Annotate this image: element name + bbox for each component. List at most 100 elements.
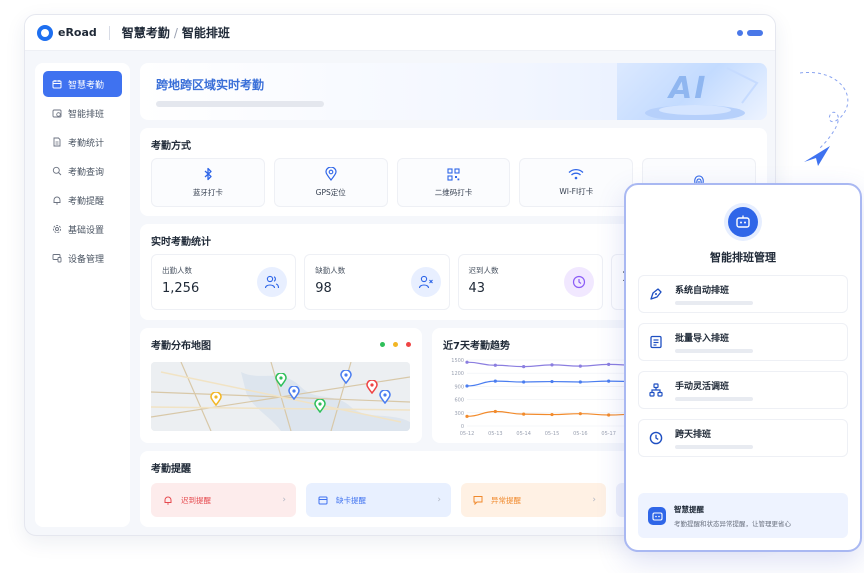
y-tick-label: 600 [454,398,464,404]
reminder-subtitle: 考勤提醒和状态异常提醒，让管理更省心 [674,519,791,528]
distribution-map[interactable] [151,362,410,431]
x-tick-label: 05-17 [601,431,616,437]
x-tick-label: 05-14 [516,431,531,437]
map-pin-green[interactable] [314,399,326,413]
y-tick-label: 300 [454,411,464,417]
sidebar-item-reminders[interactable]: 考勤提醒 [43,187,122,213]
sidebar-item-settings[interactable]: 基础设置 [43,216,122,242]
option-placeholder-bar [675,445,753,449]
y-tick-label: 1200 [451,371,464,377]
reminder-anomaly[interactable]: 异常提醒 › [461,483,606,517]
data-point [493,409,497,414]
sidebar-item-statistics[interactable]: 考勤统计 [43,129,122,155]
control-dot [737,29,743,36]
map-pin-green[interactable] [275,373,287,387]
data-point [607,379,611,383]
data-point [493,363,497,367]
breadcrumb-separator: / [173,25,178,40]
smart-reminder-banner[interactable]: 智慧提醒 考勤提醒和状态异常提醒，让管理更省心 [638,493,848,538]
status-dot-red [406,342,411,347]
sidebar-item-devices[interactable]: 设备管理 [43,245,122,271]
status-dot-yellow [393,342,398,347]
method-qrcode[interactable]: 二维码打卡 [396,158,511,207]
data-point [607,362,611,366]
y-tick-label: 900 [454,384,464,390]
bell-icon [164,496,172,505]
map-title: 考勤分布地图 [151,341,211,352]
reminder-label: 异常提醒 [491,495,521,505]
hierarchy-icon [649,383,663,397]
option-label: 跨天排班 [675,430,712,440]
map-pin-blue[interactable] [340,370,352,384]
chevron-right-icon: › [282,495,286,505]
reminder-missing-punch[interactable]: 缺卡提醒 › [306,483,451,517]
banner-placeholder-bar [156,101,324,107]
data-point [578,364,582,368]
method-wifi[interactable]: WI-FI打卡 [519,158,634,207]
stage: eRoad 智慧考勤 / 智能排班 智慧考勤 智能排班 考勤统计 考勤查询 考勤… [0,0,864,573]
data-point [465,384,469,388]
calendar-icon [318,496,328,505]
data-point [578,380,582,384]
sidebar-item-label: 考勤提醒 [68,196,105,207]
top-bar: eRoad 智慧考勤 / 智能排班 [25,15,775,51]
option-placeholder-bar [675,349,753,353]
user-x-icon [410,267,441,297]
breadcrumb-item-1[interactable]: 智慧考勤 [122,24,170,41]
bell-icon [52,195,62,205]
wifi-icon [568,168,584,180]
reminder-late[interactable]: 迟到提醒 › [151,483,296,517]
data-point [522,412,526,416]
stat-card-present: 出勤人数 1,256 [151,254,297,310]
data-point [465,414,469,418]
map-pin-yellow[interactable] [210,392,222,406]
paper-plane-icon [800,71,849,166]
import-icon [650,335,662,349]
sidebar-item-label: 基础设置 [68,225,105,236]
option-manual-adjust[interactable]: 手动灵活调班 [638,371,848,409]
ai-illustration: AI [617,63,767,120]
document-icon [52,137,62,147]
option-cross-day[interactable]: 跨天排班 [638,419,848,457]
reminder-title: 智慧提醒 [674,504,704,514]
option-batch-import[interactable]: 批量导入排班 [638,323,848,361]
card-title: 智能排班管理 [710,251,776,264]
data-point [493,379,497,383]
data-point [465,360,469,364]
smart-scheduling-card: 智能排班管理 系统自动排班 批量导入排班 手动灵活调班 跨天排班 智慧提醒 考勤… [624,183,862,552]
stat-card-absent: 缺勤人数 98 [304,254,450,310]
robot-icon [728,207,758,237]
qrcode-icon [447,167,460,181]
map-pin-blue[interactable] [288,386,300,400]
option-label: 批量导入排班 [675,334,730,344]
method-gps[interactable]: GPS定位 [273,158,388,207]
brand-name: eRoad [58,26,97,39]
methods-title: 考勤方式 [151,141,191,152]
sidebar-item-smart-attendance[interactable]: 智慧考勤 [43,71,122,97]
data-point [550,363,554,367]
map-panel: 考勤分布地图 [140,328,422,443]
message-icon [473,496,483,505]
method-bluetooth[interactable]: 蓝牙打卡 [151,158,265,207]
schedule-icon [52,108,62,118]
divider [108,25,110,40]
map-pin-blue[interactable] [379,390,391,404]
reminder-label: 迟到提醒 [181,495,211,505]
device-icon [52,253,62,263]
data-point [550,379,554,384]
y-tick-label: 0 [461,424,464,430]
logo[interactable]: eRoad [37,24,97,41]
clock-icon [563,267,594,297]
sidebar-item-label: 智慧考勤 [68,80,105,91]
method-label: GPS定位 [315,188,346,197]
breadcrumb-item-2: 智能排班 [181,26,230,40]
y-tick-label: 1500 [451,358,464,364]
sidebar-item-query[interactable]: 考勤查询 [43,158,122,184]
sidebar-item-smart-scheduling[interactable]: 智能排班 [43,100,122,126]
method-label: 二维码打卡 [434,187,473,197]
option-auto-scheduling[interactable]: 系统自动排班 [638,275,848,313]
window-control[interactable] [737,29,763,36]
map-pin-red[interactable] [366,380,378,394]
x-tick-label: 05-15 [545,431,560,437]
clock-icon [649,431,663,445]
